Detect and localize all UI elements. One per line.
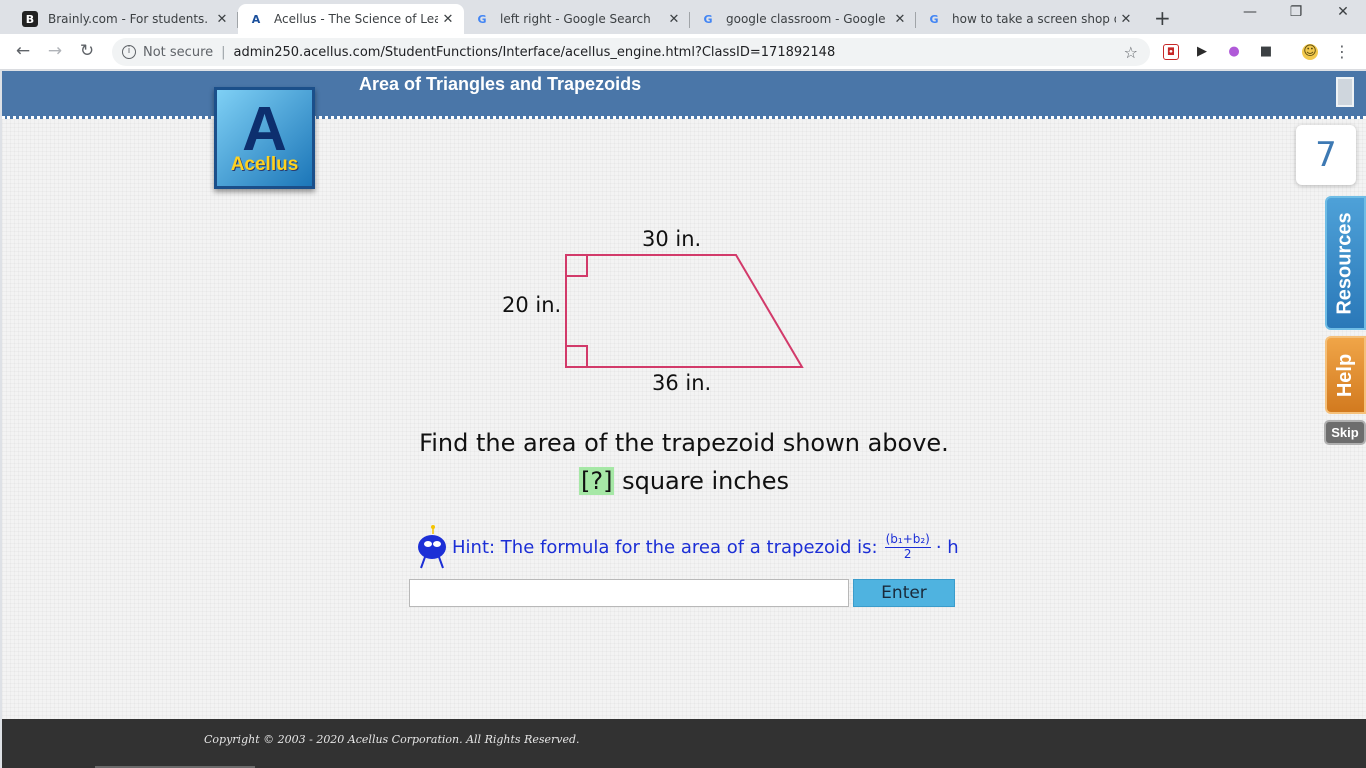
close-tab-icon[interactable]: ✕ [212,12,232,27]
answer-template: [?] square inches [2,467,1366,495]
close-tab-icon[interactable]: ✕ [664,12,684,27]
url-text[interactable]: admin250.acellus.com/StudentFunctions/In… [234,45,836,60]
tab-google-classroom-search[interactable]: G google classroom - Google Se ✕ [690,4,916,34]
google-favicon-icon: G [703,12,713,26]
question-counter: 7 [1296,125,1356,185]
hint-numerator: (b₁+b₂) [884,532,931,548]
exit-door-icon[interactable] [1336,77,1354,107]
tab-title: google classroom - Google Se [726,12,890,26]
logo-wordmark: Acellus [230,154,299,175]
hint-row: Hint: The formula for the area of a trap… [413,524,959,570]
answer-unit: square inches [622,467,790,495]
trapezoid-shape [565,254,804,368]
tab-title: Acellus - The Science of Learni [274,12,438,26]
media-extension-icon[interactable]: ● [1226,44,1242,60]
lesson-title: Area of Triangles and Trapezoids [359,74,642,94]
google-favicon-icon: G [477,12,487,26]
page-footer: Copyright © 2003 - 2020 Acellus Corporat… [2,719,1366,768]
minimize-window-button[interactable]: — [1227,4,1273,20]
reload-icon[interactable]: ↻ [75,41,99,61]
cursor-extension-icon[interactable]: ▶ [1194,44,1210,60]
tab-title: Brainly.com - For students. By [48,12,212,26]
acellus-logo: A Acellus [214,87,315,189]
close-tab-icon[interactable]: ✕ [438,12,458,27]
tab-brainly[interactable]: B Brainly.com - For students. By ✕ [12,4,238,34]
trapezoid-figure: 30 in. 20 in. 36 in. [492,221,832,401]
tab-title: how to take a screen shop on [952,12,1116,26]
tab-title: left right - Google Search [500,12,651,26]
address-divider: | [221,44,226,60]
answer-blank: [?] [578,467,615,495]
bookmark-star-icon[interactable]: ☆ [1124,43,1138,62]
help-label: Help [1334,353,1356,397]
hint-formula-suffix: · h [935,536,959,558]
tab-acellus[interactable]: A Acellus - The Science of Learni ✕ [238,4,464,34]
close-window-button[interactable]: ✕ [1320,4,1366,20]
new-tab-button[interactable]: + [1154,6,1171,30]
close-tab-icon[interactable]: ✕ [1116,12,1136,27]
acellus-favicon-icon: A [251,12,261,26]
tab-left-right-search[interactable]: G left right - Google Search ✕ [464,4,690,34]
tab-bar: B Brainly.com - For students. By ✕ A Ace… [0,0,1366,34]
brainly-favicon-icon: B [22,11,38,27]
question-text: Find the area of the trapezoid shown abo… [419,429,949,457]
lesson-header: Area of Triangles and Trapezoids [2,71,1366,119]
browser-menu-icon[interactable]: ⋮ [1334,44,1350,60]
browser-toolbar: ← → ↻ i Not secure | admin250.acellus.co… [0,34,1366,70]
close-tab-icon[interactable]: ✕ [890,12,910,27]
hint-formula-fraction: (b₁+b₂) 2 [884,532,931,561]
right-angle-marker-bottom [565,345,588,368]
copyright-text: Copyright © 2003 - 2020 Acellus Corporat… [204,733,580,746]
robot-extension-icon[interactable]: ■ [1258,44,1274,60]
top-base-label: 30 in. [642,227,702,251]
resources-button[interactable]: Resources [1325,196,1366,330]
bottom-base-label: 36 in. [652,371,712,395]
help-button[interactable]: Help [1325,336,1366,414]
right-angle-marker-top [565,254,588,277]
google-favicon-icon: G [929,12,939,26]
acellus-page: Area of Triangles and Trapezoids A Acell… [2,71,1366,768]
resources-label: Resources [1334,211,1356,315]
security-label: Not secure [143,44,214,60]
back-arrow-icon[interactable]: ← [11,41,35,61]
info-icon[interactable]: i [122,45,136,59]
tab-screenshot-search[interactable]: G how to take a screen shop on ✕ [916,4,1142,34]
restore-window-button[interactable]: ❐ [1273,4,1319,20]
height-label: 20 in. [502,293,562,317]
enter-button[interactable]: Enter [853,579,955,607]
answer-input[interactable] [409,579,849,607]
hint-text: Hint: The formula for the area of a trap… [452,536,878,558]
pocket-extension-icon[interactable]: ◘ [1163,44,1179,60]
hint-denominator: 2 [903,547,912,561]
profile-avatar[interactable]: ☺ [1302,44,1318,60]
forward-arrow-icon[interactable]: → [43,41,67,61]
hint-mascot-icon [418,525,446,569]
address-bar[interactable]: i Not secure | admin250.acellus.com/Stud… [112,38,1150,66]
